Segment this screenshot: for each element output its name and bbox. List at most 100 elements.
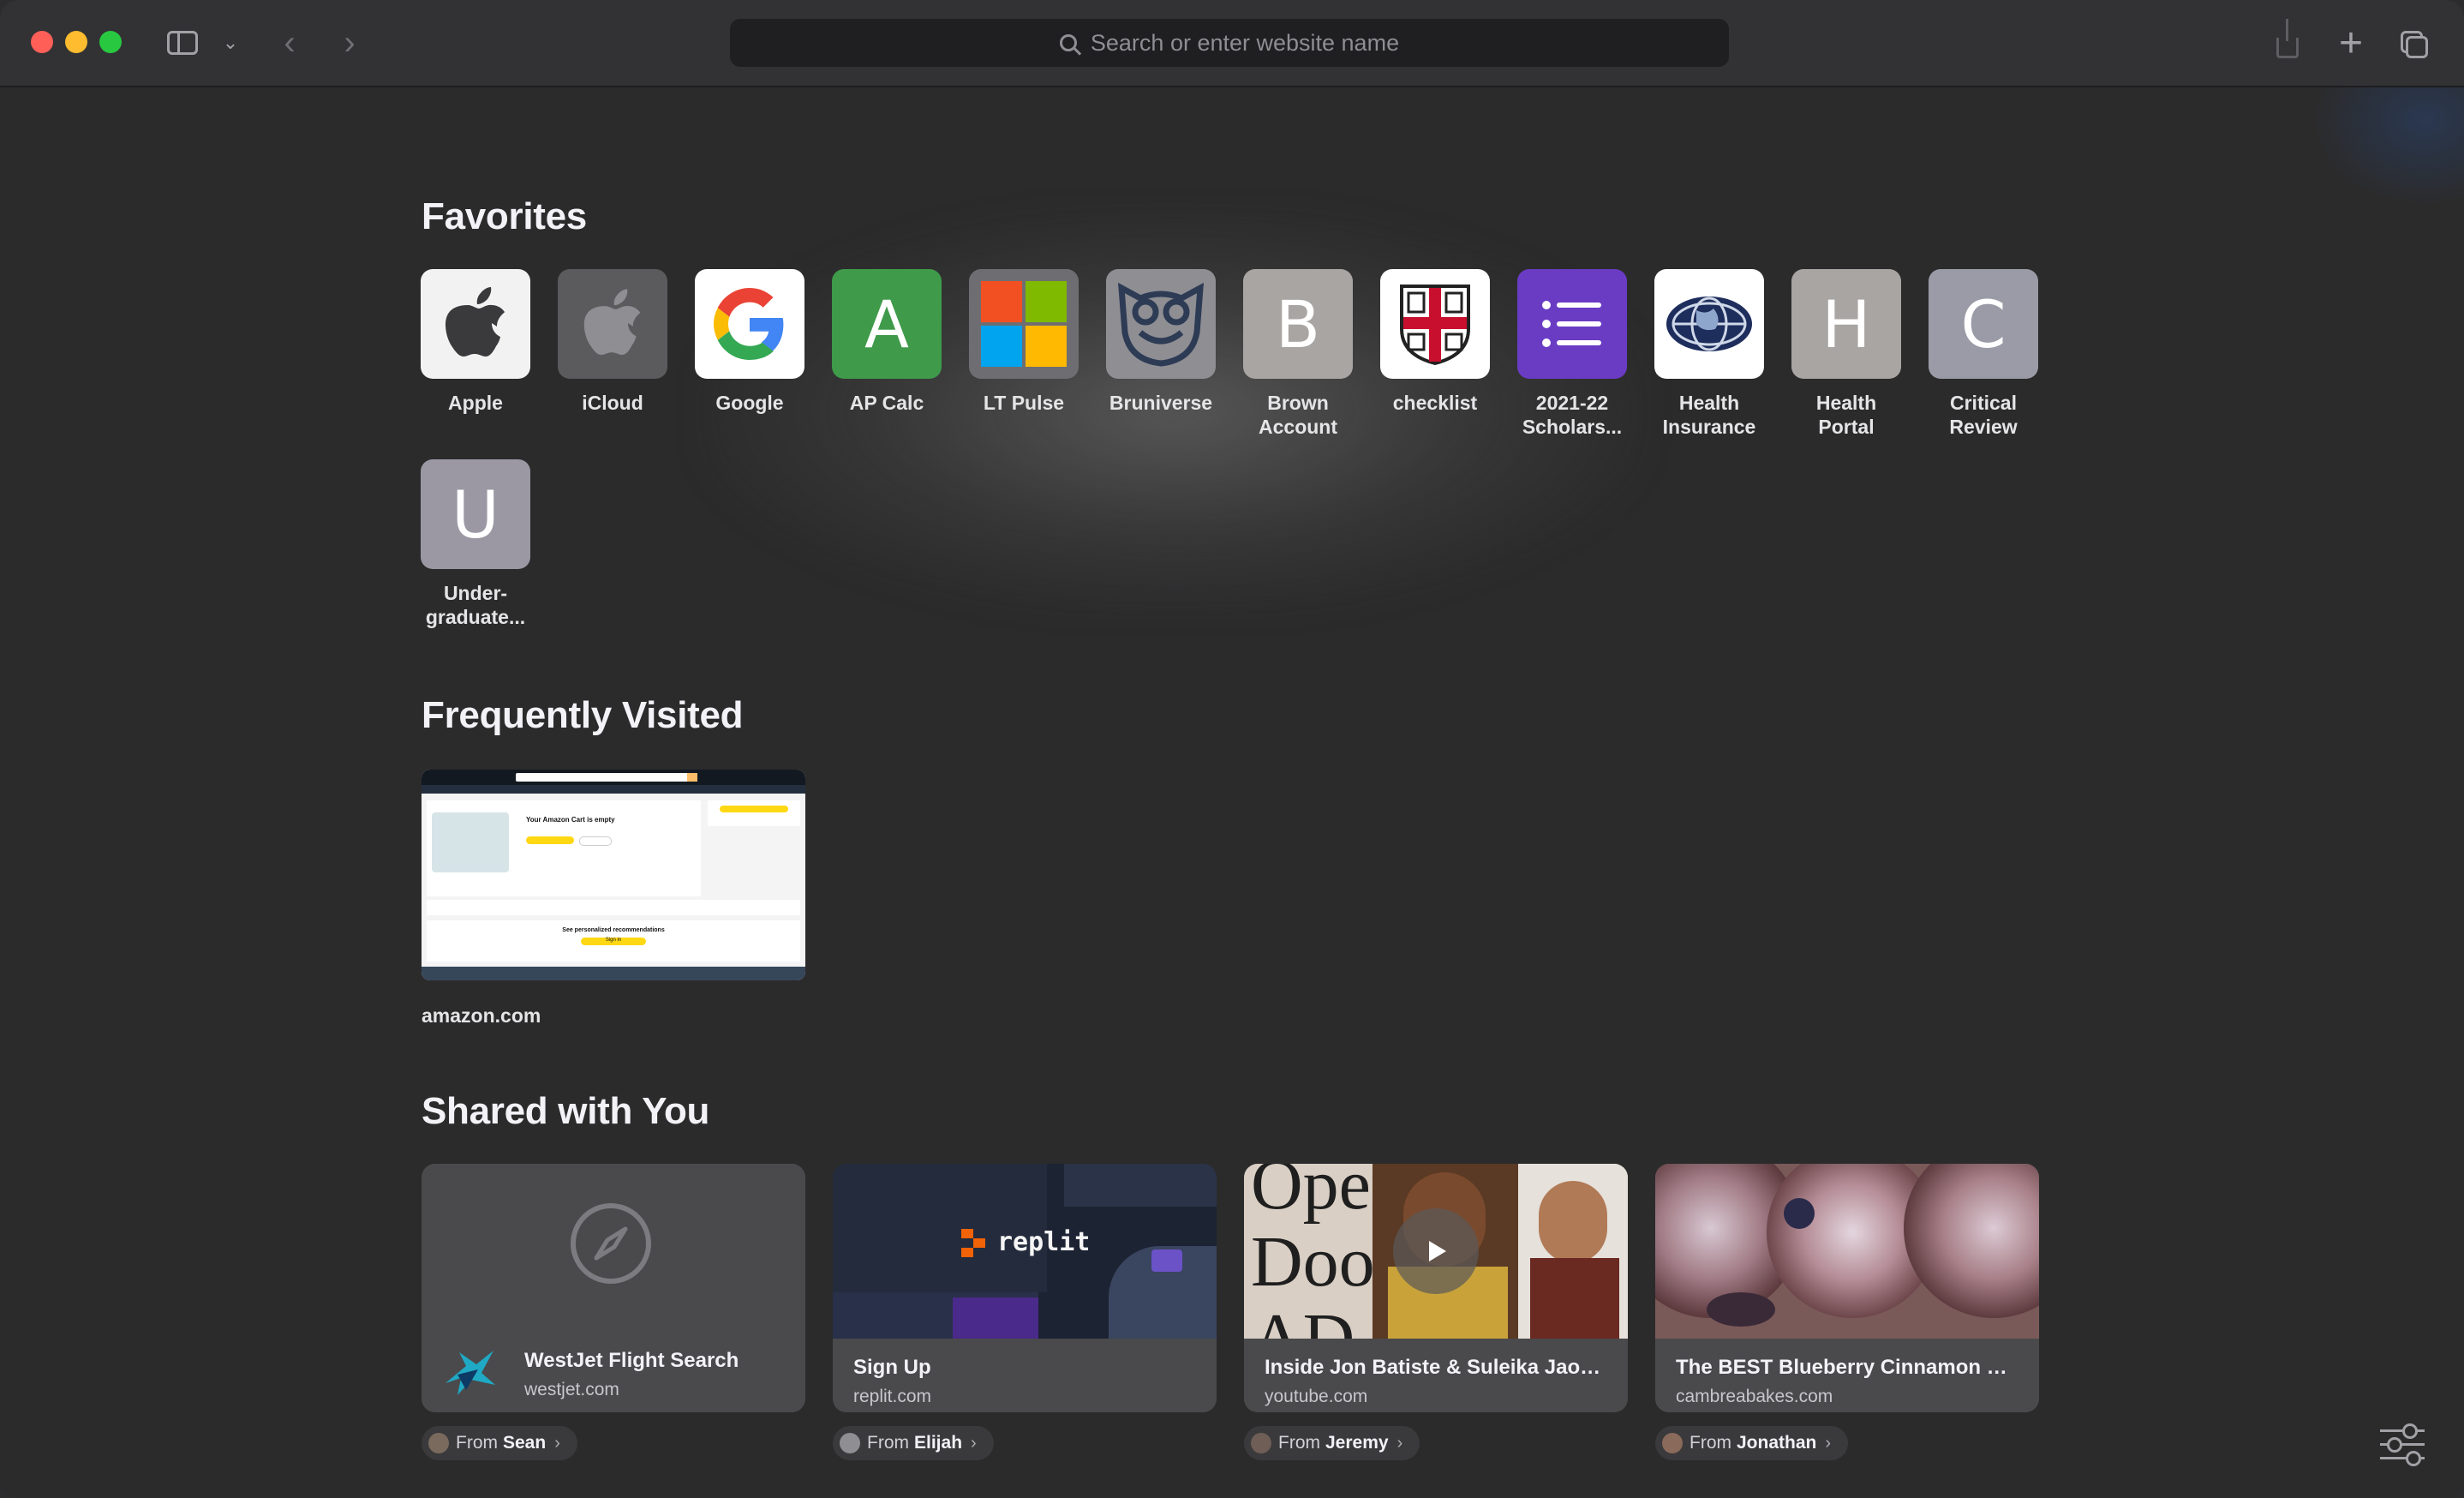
apple-logo-icon [421, 269, 530, 379]
from-name: Jeremy [1325, 1433, 1389, 1453]
avatar [1251, 1433, 1271, 1453]
favorite-label: Critical Review [1949, 392, 2018, 438]
favorite-health-insurance[interactable]: Health Insurance [1641, 269, 1778, 439]
play-button[interactable] [1393, 1208, 1479, 1294]
favorite-google[interactable]: Google [681, 269, 818, 415]
compass-icon [571, 1203, 651, 1284]
favorite-label: LT Pulse [983, 392, 1065, 414]
favorite-critical-review[interactable]: C Critical Review [1915, 269, 2052, 439]
westjet-logo-icon [440, 1340, 500, 1400]
video-overlay-text: Open Door AD [1251, 1164, 1407, 1339]
avatar [840, 1433, 860, 1453]
shared-card-title: Sign Up [853, 1356, 931, 1379]
toolbar: ⌄ ‹ › Search or enter website name + [0, 0, 2464, 87]
share-button[interactable] [2270, 19, 2305, 62]
cinnamon-rolls-photo [1655, 1164, 2039, 1339]
favorite-label: Brown Account [1259, 392, 1337, 438]
favorite-label: Apple [448, 392, 503, 414]
shared-card-cinnamon-rolls[interactable]: The BEST Blueberry Cinnamon Rolls cambre… [1655, 1164, 2039, 1412]
minimize-window-button[interactable] [65, 31, 87, 53]
favorite-health-portal[interactable]: H Health Portal [1778, 269, 1915, 439]
tab-group-menu-button[interactable]: ⌄ [218, 24, 243, 62]
shared-with-you-heading: Shared with You [422, 1090, 710, 1132]
shared-card-domain: westjet.com [524, 1380, 619, 1399]
chevron-down-icon: ⌄ [222, 32, 239, 53]
favorite-brown-account[interactable]: B Brown Account [1229, 269, 1367, 439]
person-right [1539, 1181, 1607, 1263]
chevron-right-icon: › [1825, 1433, 1832, 1453]
cart-illustration [432, 812, 509, 872]
shared-card-westjet[interactable]: WestJet Flight Search westjet.com [422, 1164, 805, 1412]
frequently-visited-label: amazon.com [422, 1004, 541, 1027]
from-elijah-pill[interactable]: From Elijah › [833, 1426, 994, 1460]
crest-logo-icon [1380, 269, 1490, 379]
replit-logo-text: replit [997, 1227, 1091, 1257]
chevron-right-icon: › [344, 23, 356, 62]
new-tab-button[interactable]: + [2332, 21, 2370, 66]
avatar [1662, 1433, 1683, 1453]
forward-button[interactable]: › [332, 24, 367, 62]
favorite-label: Bruniverse [1109, 392, 1213, 414]
favorite-apple[interactable]: Apple [407, 269, 544, 415]
favorites-heading: Favorites [422, 195, 587, 237]
shared-card-domain: youtube.com [1265, 1387, 1368, 1406]
from-prefix: From [1278, 1433, 1320, 1453]
from-name: Sean [503, 1433, 547, 1453]
from-prefix: From [456, 1433, 498, 1453]
favorite-icloud[interactable]: iCloud [544, 269, 681, 415]
owl-logo-icon [1106, 269, 1216, 379]
favorite-ap-calc[interactable]: A AP Calc [818, 269, 955, 415]
sidebar-toggle-button[interactable] [161, 24, 204, 62]
shared-card-title: Inside Jon Batiste & Suleika Jaouad... [1265, 1356, 1607, 1379]
favorite-label: 2021-22 Scholars... [1522, 392, 1623, 438]
shared-card-domain: replit.com [853, 1387, 932, 1406]
search-icon [1059, 34, 1077, 51]
letter-a-icon: A [832, 269, 942, 379]
replit-logo-icon [961, 1229, 987, 1258]
plus-icon: + [2338, 20, 2364, 66]
amazon-thumbnail: Your Amazon Cart is empty See personaliz… [422, 770, 805, 980]
avatar [428, 1433, 449, 1453]
windows-logo-icon [969, 269, 1079, 379]
frequently-visited-amazon[interactable]: Your Amazon Cart is empty See personaliz… [422, 770, 805, 1028]
from-sean-pill[interactable]: From Sean › [422, 1426, 577, 1460]
from-prefix: From [1690, 1433, 1731, 1453]
letter-h-icon: H [1791, 269, 1901, 379]
shared-card-replit[interactable]: replit Sign Up replit.com [833, 1164, 1217, 1412]
letter-c-icon: C [1929, 269, 2038, 379]
from-jonathan-pill[interactable]: From Jonathan › [1655, 1426, 1849, 1460]
play-icon [1429, 1241, 1446, 1261]
close-window-button[interactable] [31, 31, 53, 53]
from-name: Jonathan [1737, 1433, 1817, 1453]
favorite-label: Health Portal [1815, 392, 1877, 438]
shared-card-title: WestJet Flight Search [524, 1349, 739, 1372]
apple-logo-icon [558, 269, 667, 379]
favorite-scholars[interactable]: 2021-22 Scholars... [1504, 269, 1641, 439]
back-button[interactable]: ‹ [272, 24, 307, 62]
reco-text: See personalized recommendations [562, 927, 665, 933]
shared-card-youtube[interactable]: Open Door AD Inside Jon Batiste & Suleik… [1244, 1164, 1628, 1412]
favorite-label: Under- graduate... [425, 582, 526, 628]
globe-logo-icon [1654, 269, 1764, 379]
favorite-undergraduate[interactable]: U Under- graduate... [407, 459, 544, 629]
safari-window: ⌄ ‹ › Search or enter website name + Fav… [0, 0, 2464, 1498]
chevron-right-icon: › [971, 1433, 977, 1453]
sidebar-icon [167, 31, 198, 55]
zoom-window-button[interactable] [99, 31, 122, 53]
favorite-checklist[interactable]: checklist [1367, 269, 1504, 415]
chevron-left-icon: ‹ [284, 23, 296, 62]
favorite-lt-pulse[interactable]: LT Pulse [955, 269, 1092, 415]
address-placeholder: Search or enter website name [1090, 29, 1400, 56]
favorite-label: Health Insurance [1662, 392, 1756, 438]
favorite-label: Google [715, 392, 784, 414]
cart-title: Your Amazon Cart is empty [526, 816, 615, 824]
from-jeremy-pill[interactable]: From Jeremy › [1244, 1426, 1420, 1460]
customize-start-page-button[interactable] [2377, 1423, 2428, 1467]
list-icon [1517, 269, 1627, 379]
letter-u-icon: U [421, 459, 530, 569]
from-prefix: From [867, 1433, 909, 1453]
tab-overview-button[interactable] [2395, 24, 2433, 62]
address-bar[interactable]: Search or enter website name [730, 19, 1729, 67]
shared-card-domain: cambreabakes.com [1676, 1387, 1833, 1406]
favorite-bruniverse[interactable]: Bruniverse [1092, 269, 1229, 415]
